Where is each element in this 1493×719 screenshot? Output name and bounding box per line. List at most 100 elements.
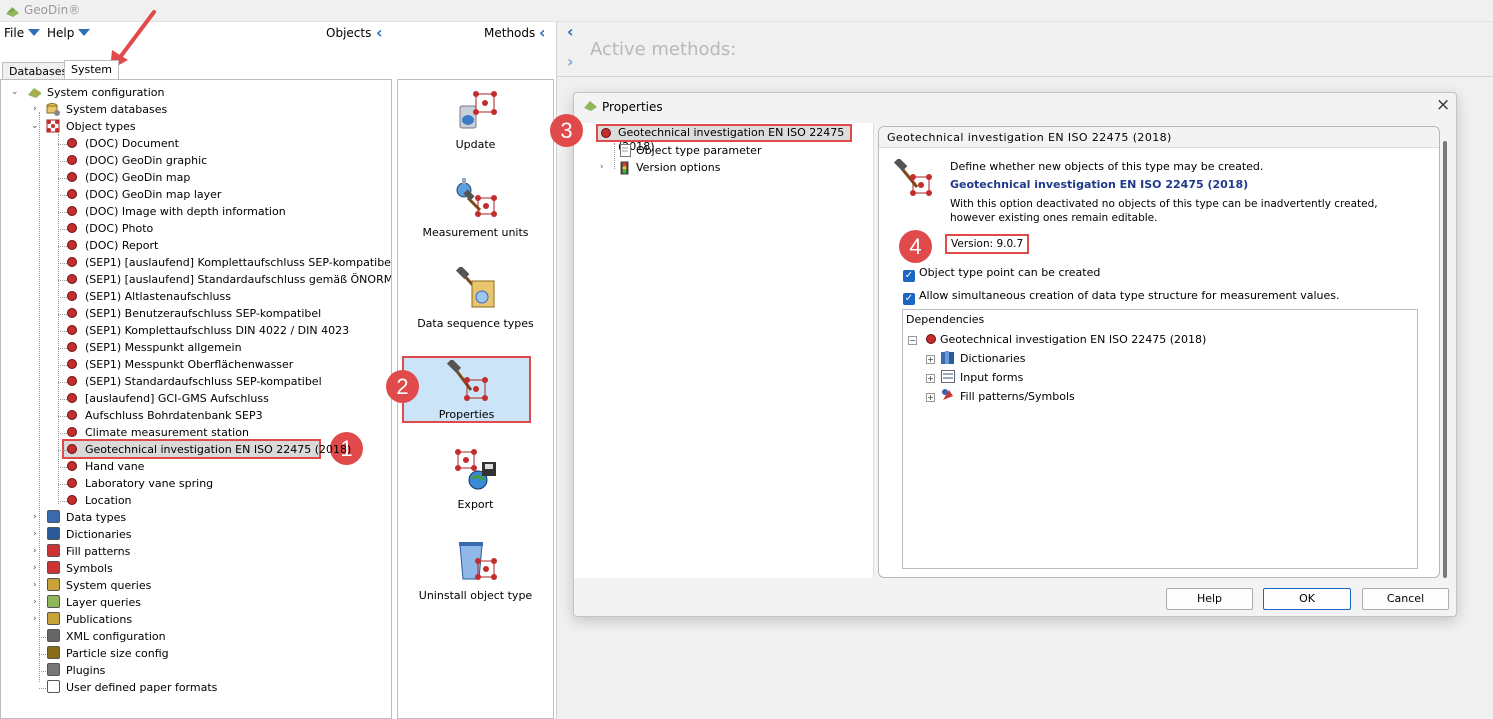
method-label: Uninstall object type xyxy=(418,589,533,602)
tree-item-object-type[interactable]: Hand vane xyxy=(1,458,331,475)
checkbox-checked-icon[interactable]: ✓ xyxy=(903,293,915,305)
method-export[interactable]: Export xyxy=(398,448,553,511)
expand-icon[interactable]: + xyxy=(926,393,935,402)
tree-item-data-types[interactable]: › Data types xyxy=(1,509,301,526)
tree-item-label: Dictionaries xyxy=(66,528,132,541)
tree-item-object-type[interactable]: Climate measurement station xyxy=(1,424,331,441)
tree-item-symbols[interactable]: › Symbols xyxy=(1,560,301,577)
expand-icon[interactable]: › xyxy=(33,611,43,628)
tree-item-fill-patterns[interactable]: › Fill patterns xyxy=(1,543,301,560)
tree-item-label: (SEP1) Messpunkt allgemein xyxy=(85,341,242,354)
tree-item-object-type[interactable]: Laboratory vane spring xyxy=(1,475,331,492)
method-measurement-units[interactable]: Measurement units xyxy=(398,176,553,239)
dialog-tree-item-label: Version options xyxy=(636,161,721,174)
expand-icon[interactable]: › xyxy=(600,159,604,176)
close-icon[interactable]: × xyxy=(1436,95,1450,115)
dependency-fill-patterns[interactable]: + Fill patterns/Symbols xyxy=(926,388,1075,405)
object-type-icon xyxy=(67,172,77,182)
tree-item-object-type[interactable]: (DOC) GeoDin map layer xyxy=(1,186,331,203)
tree-item-object-type[interactable]: (SEP1) Messpunkt allgemein xyxy=(1,339,331,356)
expand-icon[interactable]: + xyxy=(926,374,935,383)
ok-button[interactable]: OK xyxy=(1263,588,1351,610)
method-properties[interactable]: Properties xyxy=(402,356,531,423)
tree-item-object-type[interactable]: (DOC) Photo xyxy=(1,220,331,237)
tree-item-plugins[interactable]: Plugins xyxy=(1,662,301,679)
object-type-icon xyxy=(67,223,77,233)
method-data-sequence-types[interactable]: Data sequence types xyxy=(398,265,553,330)
tree-item-object-type[interactable]: Location xyxy=(1,492,331,509)
tree-item-label: Hand vane xyxy=(85,460,145,473)
tree-item-system-databases[interactable]: › System databases xyxy=(1,101,301,118)
tree-item-object-types[interactable]: ⌄ Object types xyxy=(1,118,301,135)
checkbox-object-type-point[interactable]: ✓ Object type point can be created xyxy=(903,266,1100,282)
help-menu[interactable]: Help xyxy=(47,26,91,40)
tree-item-system-queries[interactable]: › System queries xyxy=(1,577,301,594)
tree-item-user-defined-paper-formats[interactable]: User defined paper formats xyxy=(1,679,301,696)
tree-item-particle-size-config[interactable]: Particle size config xyxy=(1,645,301,662)
tree-item-object-type[interactable]: (SEP1) [auslaufend] Komplettaufschluss S… xyxy=(1,254,391,271)
tree-item-object-type[interactable]: (SEP1) Altlastenaufschluss xyxy=(1,288,331,305)
divider xyxy=(557,76,1493,77)
checkbox-checked-icon[interactable]: ✓ xyxy=(903,270,915,282)
tree-item-object-type[interactable]: (DOC) Image with depth information xyxy=(1,203,331,220)
tree-item-label: System queries xyxy=(66,579,152,592)
scrollbar[interactable] xyxy=(1443,141,1447,578)
method-uninstall-object-type[interactable]: Uninstall object type xyxy=(398,539,553,602)
chevron-down-icon xyxy=(28,29,41,36)
tree-item-label: Particle size config xyxy=(66,647,169,660)
object-type-icon xyxy=(67,342,77,352)
method-update[interactable]: Update xyxy=(398,88,553,151)
expand-right-icon[interactable]: › xyxy=(567,52,574,71)
collapse-left-icon[interactable]: ‹ xyxy=(567,22,574,41)
tree-item-xml-configuration[interactable]: XML configuration xyxy=(1,628,301,645)
methods-label: Methods xyxy=(484,26,536,40)
expand-icon[interactable]: › xyxy=(33,577,43,594)
tree-item-object-type[interactable]: (SEP1) Benutzeraufschluss SEP-kompatibel xyxy=(1,305,331,322)
tree-item-object-type[interactable]: (DOC) GeoDin map xyxy=(1,169,331,186)
tree-item-system-configuration[interactable]: ⌄ System configuration xyxy=(1,84,301,101)
tab-system[interactable]: System xyxy=(64,60,120,80)
tree-item-object-type[interactable]: (SEP1) Standardaufschluss SEP-kompatibel xyxy=(1,373,331,390)
file-menu[interactable]: File xyxy=(4,26,41,40)
tree-item-object-type[interactable]: [auslaufend] GCI-GMS Aufschluss xyxy=(1,390,331,407)
tree-item-label: (SEP1) [auslaufend] Standardaufschluss g… xyxy=(85,273,392,286)
geodin-logo-icon xyxy=(584,101,597,111)
expand-icon[interactable]: › xyxy=(33,560,43,577)
tree-item-object-type[interactable]: (SEP1) [auslaufend] Standardaufschluss g… xyxy=(1,271,391,288)
expand-icon[interactable]: › xyxy=(33,101,43,118)
tree-item-label: (DOC) GeoDin map layer xyxy=(85,188,222,201)
tree-item-label: (DOC) Photo xyxy=(85,222,154,235)
expand-icon[interactable]: › xyxy=(33,526,43,543)
xml-configuration-icon xyxy=(47,629,60,642)
tree-item-object-type[interactable]: (SEP1) Messpunkt Oberflächenwasser xyxy=(1,356,331,373)
expand-icon[interactable]: ⌄ xyxy=(31,118,41,135)
description-text: however existing ones remain editable. xyxy=(950,212,1158,224)
dialog-tree[interactable]: Geotechnical investigation EN ISO 22475 … xyxy=(574,123,874,578)
collapse-objects-icon[interactable]: ‹ xyxy=(376,23,383,42)
checkbox-allow-simultaneous[interactable]: ✓ Allow simultaneous creation of data typ… xyxy=(903,289,1340,305)
tree-item-object-type[interactable]: (DOC) Document xyxy=(1,135,331,152)
cancel-button[interactable]: Cancel xyxy=(1362,588,1449,610)
tree-item-object-type[interactable]: Geotechnical investigation EN ISO 22475 … xyxy=(1,441,351,458)
help-button[interactable]: Help xyxy=(1166,588,1253,610)
tree-item-dictionaries[interactable]: › Dictionaries xyxy=(1,526,301,543)
dependency-root[interactable]: − Geotechnical investigation EN ISO 22475… xyxy=(908,331,1206,348)
expand-icon[interactable]: ⌄ xyxy=(11,84,21,101)
tree-item-object-type[interactable]: Aufschluss Bohrdatenbank SEP3 xyxy=(1,407,331,424)
system-tree[interactable]: ⌄ System configuration › System database… xyxy=(0,79,392,719)
expand-icon[interactable]: + xyxy=(926,355,935,364)
collapse-methods-icon[interactable]: ‹ xyxy=(539,23,546,42)
tree-item-object-type[interactable]: (SEP1) Komplettaufschluss DIN 4022 / DIN… xyxy=(1,322,349,339)
object-type-icon xyxy=(67,495,77,505)
tree-item-layer-queries[interactable]: › Layer queries xyxy=(1,594,301,611)
tree-item-object-type[interactable]: (DOC) GeoDin graphic xyxy=(1,152,331,169)
expand-icon[interactable]: › xyxy=(33,543,43,560)
collapse-icon[interactable]: − xyxy=(908,336,917,345)
expand-icon[interactable]: › xyxy=(33,509,43,526)
dialog-tree-root[interactable]: Geotechnical investigation EN ISO 22475 … xyxy=(596,124,852,153)
expand-icon[interactable]: › xyxy=(33,594,43,611)
tree-item-object-type[interactable]: (DOC) Report xyxy=(1,237,331,254)
dependency-dictionaries[interactable]: + Dictionaries xyxy=(926,350,1025,367)
tree-item-publications[interactable]: › Publications xyxy=(1,611,301,628)
dependency-input-forms[interactable]: + Input forms xyxy=(926,369,1023,386)
